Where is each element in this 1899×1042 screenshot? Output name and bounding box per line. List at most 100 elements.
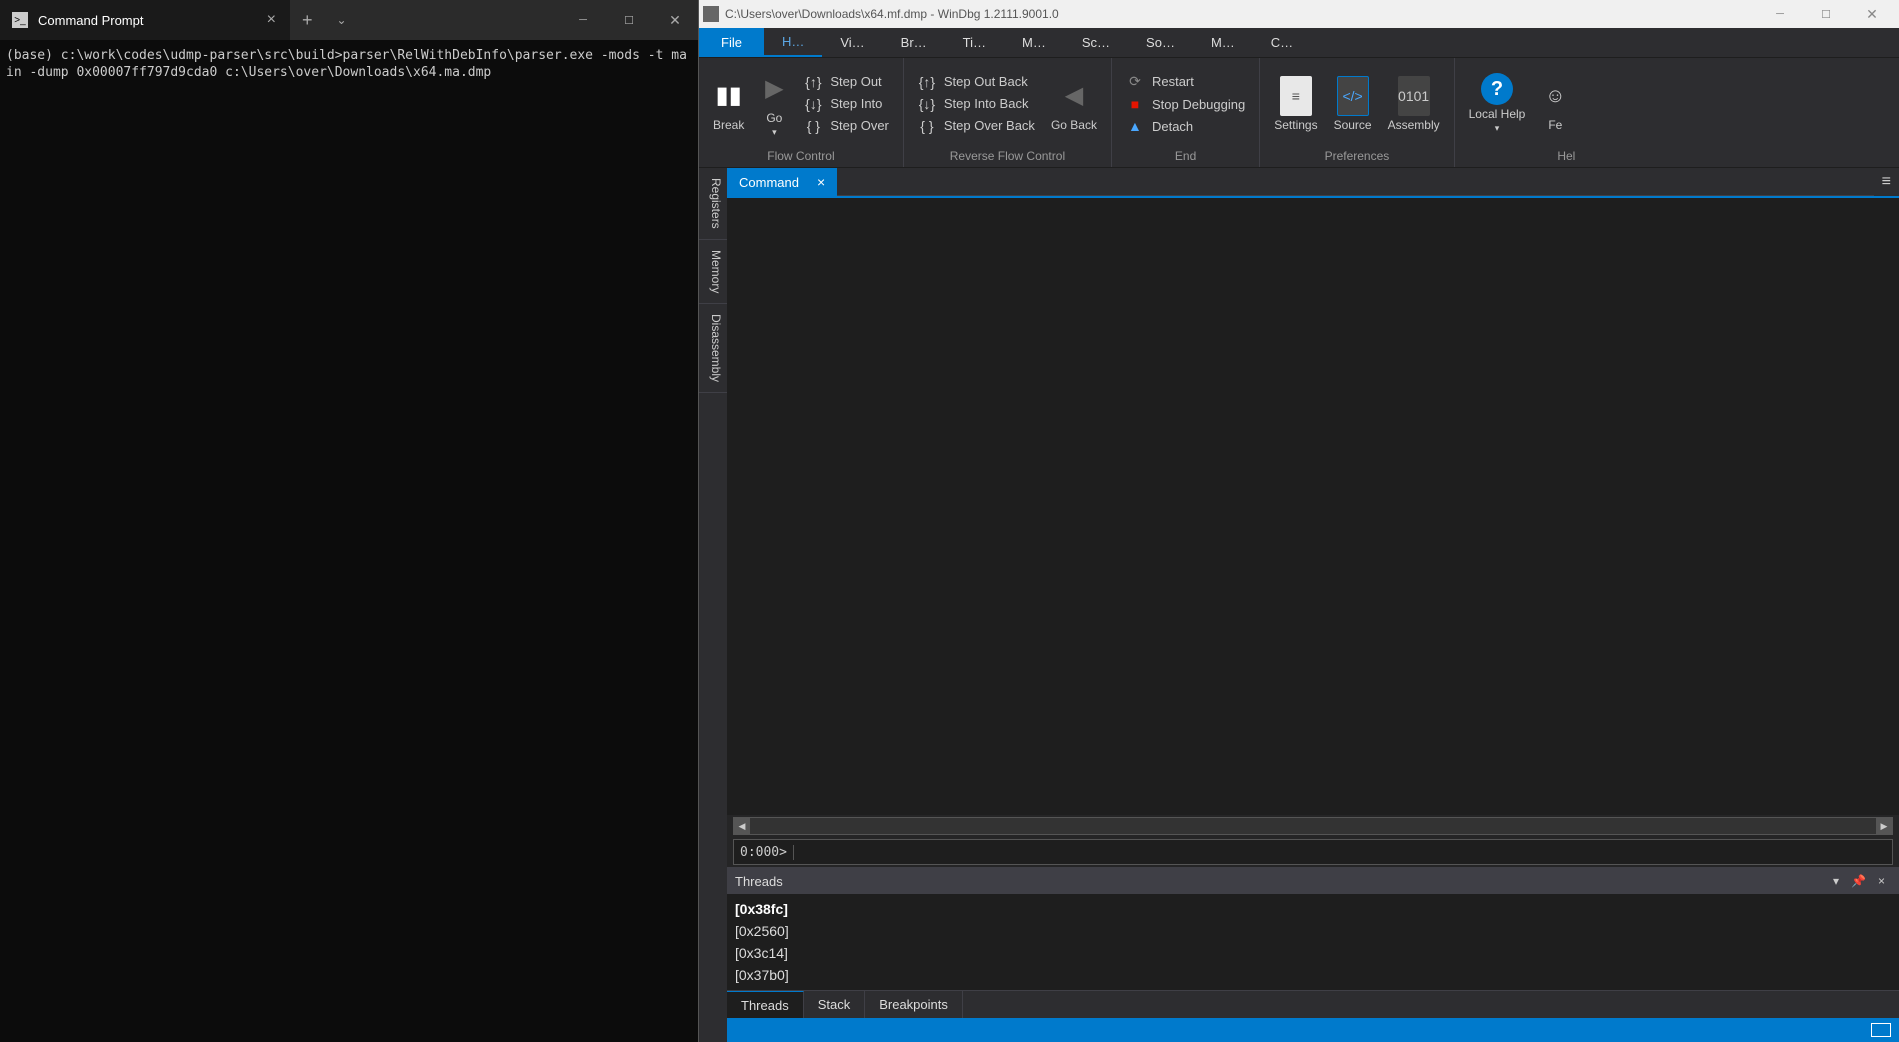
step-over-button[interactable]: { }Step Over [798,116,895,136]
step-into-button[interactable]: {↓}Step Into [798,94,895,114]
group-label: End [1120,145,1251,167]
ribbon-group-preferences: ≡ Settings </> Source 0101 Assembly Pref… [1260,58,1454,167]
settings-button[interactable]: ≡ Settings [1268,72,1323,136]
detach-button[interactable]: ▲Detach [1120,116,1251,136]
close-icon[interactable]: × [263,11,280,29]
close-button[interactable]: ✕ [1849,0,1895,28]
dropdown-icon[interactable]: ▾ [1827,874,1845,888]
command-tab[interactable]: Command × [727,168,837,196]
ribbon-group-help: ? Local Help ▾ ☺ Fe Hel [1455,58,1584,167]
tab-command[interactable]: C… [1253,28,1311,57]
cmd-output[interactable]: (base) c:\work\codes\udmp-parser\src\bui… [0,40,698,1042]
center-area: Command × ≡ ◀ ▶ 0:000> [727,168,1899,1042]
minimize-button[interactable]: ─ [1757,0,1803,28]
close-button[interactable]: ✕ [652,0,698,40]
scroll-right-icon[interactable]: ▶ [1876,818,1892,834]
tab-file[interactable]: File [699,28,764,57]
feedback-icon: ☺ [1545,76,1565,116]
status-indicator[interactable] [1871,1023,1891,1037]
restart-icon: ⟳ [1126,73,1144,90]
scroll-left-icon[interactable]: ◀ [734,818,750,834]
source-button[interactable]: </> Source [1328,72,1378,136]
tab-dropdown-button[interactable]: ⌄ [325,13,359,27]
side-tab-disassembly[interactable]: Disassembly [699,304,727,393]
terminal-icon: >_ [12,12,28,28]
minimize-button[interactable]: ─ [560,0,606,40]
step-over-icon: { } [804,118,822,134]
go-back-button[interactable]: ◀ Go Back [1045,72,1103,136]
windbg-app-icon [703,6,719,22]
ribbon-content: ▮▮ Break ▶ Go ▾ {↑}Step Out {↓}Step Into… [699,58,1899,168]
command-output[interactable] [727,196,1899,815]
maximize-button[interactable]: ☐ [606,0,652,40]
cmd-titlebar: >_ Command Prompt × + ⌄ ─ ☐ ✕ [0,0,698,40]
stop-icon: ■ [1126,96,1144,112]
tab-threads[interactable]: Threads [727,991,804,1018]
command-input[interactable] [794,840,1892,864]
side-tab-registers[interactable]: Registers [699,168,727,240]
status-bar [727,1018,1899,1042]
group-label: Flow Control [707,145,895,167]
tab-view[interactable]: Vi… [822,28,882,57]
chevron-down-icon: ▾ [772,127,777,138]
step-into-back-button[interactable]: {↓}Step Into Back [912,94,1041,114]
thread-item[interactable]: [0x37b0] [735,964,1891,986]
h-scrollbar[interactable]: ◀ ▶ [733,817,1893,835]
close-icon[interactable]: × [817,174,825,190]
pause-icon: ▮▮ [715,76,741,116]
step-into-icon: {↓} [804,96,822,112]
group-label: Preferences [1268,145,1445,167]
close-icon[interactable]: × [1872,874,1891,888]
ribbon-tabs: File H… Vi… Br… Ti… M… Sc… So… M… C… [699,28,1899,58]
tab-breakpoints[interactable]: Breakpoints [865,991,963,1018]
tab-breakpoints[interactable]: Br… [883,28,945,57]
new-tab-button[interactable]: + [290,10,325,31]
step-over-back-button[interactable]: { }Step Over Back [912,116,1041,136]
ribbon-group-end: ⟳Restart ■Stop Debugging ▲Detach End [1112,58,1260,167]
settings-icon: ≡ [1280,76,1312,116]
group-label: Hel [1463,145,1576,167]
step-out-icon: {↑} [804,74,822,90]
tab-stack[interactable]: Stack [804,991,866,1018]
threads-list: [0x38fc] [0x2560] [0x3c14] [0x37b0] [727,894,1899,990]
thread-item[interactable]: [0x2560] [735,920,1891,942]
threads-header: Threads ▾ 📌 × [727,868,1899,894]
ribbon-group-reverse-flow: {↑}Step Out Back {↓}Step Into Back { }St… [904,58,1112,167]
assembly-button[interactable]: 0101 Assembly [1382,72,1446,136]
play-reverse-icon: ◀ [1065,76,1083,116]
maximize-button[interactable]: ☐ [1803,0,1849,28]
command-tabbar: Command × ≡ [727,168,1899,196]
command-input-row: 0:000> [733,839,1893,865]
step-out-back-button[interactable]: {↑}Step Out Back [912,72,1041,92]
windbg-window: C:\Users\over\Downloads\x64.mf.dmp - Win… [698,0,1899,1042]
side-tab-memory[interactable]: Memory [699,240,727,304]
tab-source[interactable]: So… [1128,28,1193,57]
chevron-down-icon: ▾ [1495,123,1500,134]
pin-icon[interactable]: 📌 [1845,874,1872,888]
tab-timelines[interactable]: Ti… [945,28,1004,57]
bottom-tabs: Threads Stack Breakpoints [727,990,1899,1018]
cmd-tab-title: Command Prompt [38,13,253,28]
command-prompt-label: 0:000> [734,845,794,860]
thread-item[interactable]: [0x38fc] [735,898,1891,920]
step-out-back-icon: {↑} [918,74,936,90]
step-out-button[interactable]: {↑}Step Out [798,72,895,92]
tab-memory[interactable]: M… [1193,28,1253,57]
windbg-title: C:\Users\over\Downloads\x64.mf.dmp - Win… [725,7,1757,21]
break-button[interactable]: ▮▮ Break [707,72,750,136]
source-icon: </> [1337,76,1369,116]
side-tabs: Registers Memory Disassembly [699,168,727,1042]
cmd-tab[interactable]: >_ Command Prompt × [0,0,290,40]
group-label: Reverse Flow Control [912,145,1103,167]
panel-menu-button[interactable]: ≡ [1874,168,1899,196]
tab-home[interactable]: H… [764,28,822,57]
thread-item[interactable]: [0x3c14] [735,942,1891,964]
feedback-button[interactable]: ☺ Fe [1535,72,1575,136]
go-button[interactable]: ▶ Go ▾ [754,65,794,142]
local-help-button[interactable]: ? Local Help ▾ [1463,69,1532,138]
tab-model[interactable]: M… [1004,28,1064,57]
stop-debugging-button[interactable]: ■Stop Debugging [1120,94,1251,114]
restart-button[interactable]: ⟳Restart [1120,71,1251,92]
tab-scripting[interactable]: Sc… [1064,28,1128,57]
windbg-titlebar: C:\Users\over\Downloads\x64.mf.dmp - Win… [699,0,1899,28]
